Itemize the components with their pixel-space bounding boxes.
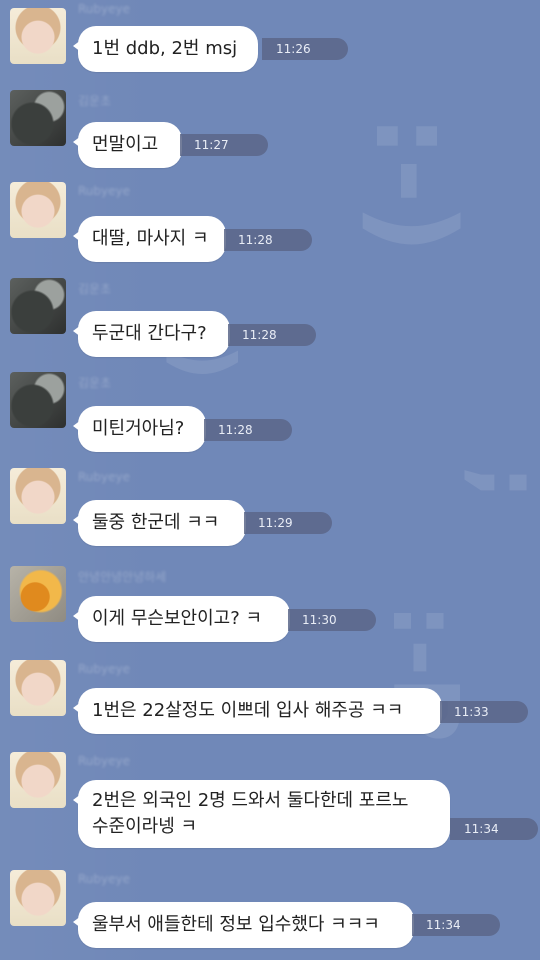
message-time: 11:26: [262, 38, 348, 60]
avatar[interactable]: [10, 8, 66, 64]
sender-name: Rubyeye: [78, 754, 130, 768]
sender-name: Rubyeye: [78, 662, 130, 676]
avatar[interactable]: [10, 278, 66, 334]
message-time: 11:28: [204, 419, 292, 441]
message-bubble[interactable]: 먼말이고: [73, 122, 182, 168]
message-bubble[interactable]: 미틴거아님?: [73, 406, 206, 452]
message-time: 11:28: [228, 324, 316, 346]
sender-name: Rubyeye: [78, 470, 130, 484]
wallpaper-smiley-icon: :-): [350, 114, 479, 254]
message-time: 11:34: [412, 914, 500, 936]
avatar[interactable]: [10, 870, 66, 926]
message-time: 11:28: [224, 229, 312, 251]
message-bubble[interactable]: 두군대 간다구?: [73, 311, 230, 357]
sender-name: 안녕안녕안녕하세: [78, 570, 167, 584]
avatar[interactable]: [10, 752, 66, 808]
message-bubble[interactable]: 대딸, 마사지 ㅋ: [73, 216, 226, 262]
message-time: 11:33: [440, 701, 528, 723]
avatar[interactable]: [10, 90, 66, 146]
message-time: 11:30: [288, 609, 376, 631]
message-bubble[interactable]: 둘중 한군데 ㅋㅋ: [73, 500, 246, 546]
avatar[interactable]: [10, 660, 66, 716]
message-bubble[interactable]: 2번은 외국인 2명 드와서 둘다한데 포르노 수준이라넹 ㅋ: [73, 780, 450, 848]
message-bubble[interactable]: 울부서 애들한테 정보 입수했다 ㅋㅋㅋ: [73, 902, 414, 948]
sender-name: 김운초: [78, 376, 112, 390]
message-bubble[interactable]: 1번은 22살정도 이쁘데 입사 해주공 ㅋㅋ: [73, 688, 442, 734]
avatar[interactable]: [10, 468, 66, 524]
sender-name: 김운초: [78, 282, 112, 296]
sender-name: Rubyeye: [78, 2, 130, 16]
message-bubble[interactable]: 1번 ddb, 2번 msj: [73, 26, 258, 72]
sender-name: Rubyeye: [78, 184, 130, 198]
wallpaper-semicolon-icon: ;: [456, 465, 540, 501]
message-time: 11:29: [244, 512, 332, 534]
message-bubble[interactable]: 이게 무슨보안이고? ㅋ: [73, 596, 290, 642]
avatar[interactable]: [10, 566, 66, 622]
message-time: 11:27: [180, 134, 268, 156]
avatar[interactable]: [10, 372, 66, 428]
message-time: 11:34: [450, 818, 538, 840]
avatar[interactable]: [10, 182, 66, 238]
sender-name: 김운초: [78, 94, 112, 108]
sender-name: Rubyeye: [78, 872, 130, 886]
